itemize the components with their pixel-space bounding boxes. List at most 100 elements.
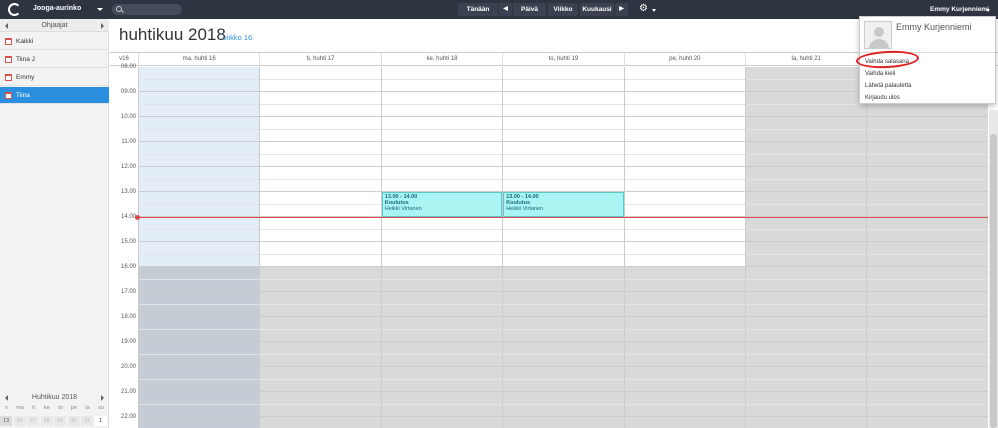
send-feedback-item[interactable]: Lähetä palautetta xyxy=(865,83,911,89)
time-slot[interactable] xyxy=(624,179,745,192)
time-slot[interactable] xyxy=(867,329,988,342)
time-slot[interactable] xyxy=(624,104,745,117)
time-slot[interactable] xyxy=(746,154,867,167)
time-slot[interactable] xyxy=(867,279,988,292)
time-slot[interactable] xyxy=(260,379,381,392)
time-slot[interactable] xyxy=(260,129,381,142)
time-slot[interactable] xyxy=(503,292,624,305)
time-slot[interactable] xyxy=(381,417,503,428)
time-slot[interactable] xyxy=(139,304,260,317)
time-slot[interactable] xyxy=(624,304,745,317)
time-slot[interactable] xyxy=(746,292,867,305)
time-slot[interactable] xyxy=(624,167,745,180)
mini-date[interactable]: 30 xyxy=(67,416,81,426)
time-slot[interactable] xyxy=(746,392,867,405)
mini-date[interactable]: 27 xyxy=(27,416,40,426)
calendar-event[interactable]: 13.00 - 14.00 Koulutus Heikki Virtanen xyxy=(381,192,503,217)
day-column[interactable] xyxy=(866,67,988,428)
chevron-down-icon[interactable] xyxy=(652,9,656,12)
mini-date[interactable]: 31 xyxy=(81,416,94,426)
time-slot[interactable] xyxy=(867,104,988,117)
time-slot[interactable] xyxy=(139,229,260,242)
time-slot[interactable] xyxy=(381,304,503,317)
time-slot[interactable] xyxy=(624,154,745,167)
app-logo-icon[interactable] xyxy=(8,3,21,16)
time-slot[interactable] xyxy=(624,129,745,142)
time-slot[interactable] xyxy=(867,242,988,255)
time-slot[interactable] xyxy=(139,267,260,280)
time-slot[interactable] xyxy=(503,404,624,417)
time-slot[interactable] xyxy=(260,117,381,130)
time-slot[interactable] xyxy=(624,417,745,428)
time-slot[interactable] xyxy=(381,354,503,367)
time-slot[interactable] xyxy=(260,192,381,205)
week-number-link[interactable]: viikko 16 xyxy=(223,33,252,42)
time-slot[interactable] xyxy=(867,367,988,380)
time-slot[interactable] xyxy=(503,117,624,130)
time-slot[interactable] xyxy=(624,404,745,417)
day-header[interactable]: ke, huhti 18 xyxy=(380,53,502,66)
time-slot[interactable] xyxy=(139,167,260,180)
time-slot[interactable] xyxy=(867,304,988,317)
time-slot[interactable] xyxy=(139,279,260,292)
time-slot[interactable] xyxy=(503,217,624,230)
time-slot[interactable] xyxy=(746,417,867,428)
time-slot[interactable] xyxy=(867,292,988,305)
time-slot[interactable] xyxy=(381,79,503,92)
time-slot[interactable] xyxy=(260,142,381,155)
scrollbar-thumb[interactable] xyxy=(990,134,997,428)
time-slot[interactable] xyxy=(503,92,624,105)
time-slot[interactable] xyxy=(867,317,988,330)
time-slot[interactable] xyxy=(260,154,381,167)
time-slot[interactable] xyxy=(624,92,745,105)
time-slot[interactable] xyxy=(503,417,624,428)
time-slot[interactable] xyxy=(381,92,503,105)
time-slot[interactable] xyxy=(503,104,624,117)
time-slot[interactable] xyxy=(260,392,381,405)
day-column[interactable] xyxy=(259,67,381,428)
time-slot[interactable] xyxy=(260,279,381,292)
time-slot[interactable] xyxy=(624,79,745,92)
time-slot[interactable] xyxy=(624,379,745,392)
time-slot[interactable] xyxy=(139,329,260,342)
time-slot[interactable] xyxy=(746,267,867,280)
time-slot[interactable] xyxy=(867,254,988,267)
time-slot[interactable] xyxy=(381,404,503,417)
time-slot[interactable] xyxy=(139,254,260,267)
time-slot[interactable] xyxy=(746,367,867,380)
time-slot[interactable] xyxy=(260,329,381,342)
time-slot[interactable] xyxy=(139,104,260,117)
time-slot[interactable] xyxy=(867,154,988,167)
time-slot[interactable] xyxy=(746,179,867,192)
time-slot[interactable] xyxy=(139,192,260,205)
day-header[interactable]: to, huhti 19 xyxy=(502,53,623,66)
time-slot[interactable] xyxy=(867,342,988,355)
time-slot[interactable] xyxy=(746,204,867,217)
scrollbar[interactable] xyxy=(989,110,998,428)
time-slot[interactable] xyxy=(139,354,260,367)
time-slot[interactable] xyxy=(867,142,988,155)
time-slot[interactable] xyxy=(867,404,988,417)
time-slot[interactable] xyxy=(867,354,988,367)
next-button[interactable]: ▶ xyxy=(615,3,628,16)
time-slot[interactable] xyxy=(381,367,503,380)
time-slot[interactable] xyxy=(139,92,260,105)
time-slot[interactable] xyxy=(381,67,503,80)
sidebar-item-tiina[interactable]: Tiina xyxy=(0,87,109,104)
time-slot[interactable] xyxy=(746,217,867,230)
time-slot[interactable] xyxy=(260,204,381,217)
time-slot[interactable] xyxy=(260,79,381,92)
time-slot[interactable] xyxy=(260,354,381,367)
time-slot[interactable] xyxy=(139,129,260,142)
calendar-event[interactable]: 13.00 - 14.00 Koulutus Heikki Virtanen xyxy=(503,192,624,217)
time-slot[interactable] xyxy=(624,354,745,367)
time-slot[interactable] xyxy=(503,229,624,242)
sidebar-item-emmy[interactable]: Emmy xyxy=(0,69,109,86)
time-slot[interactable] xyxy=(381,229,503,242)
time-slot[interactable] xyxy=(503,242,624,255)
time-slot[interactable] xyxy=(867,117,988,130)
time-slot[interactable] xyxy=(381,317,503,330)
time-slot[interactable] xyxy=(260,179,381,192)
time-slot[interactable] xyxy=(381,379,503,392)
time-slot[interactable] xyxy=(503,279,624,292)
